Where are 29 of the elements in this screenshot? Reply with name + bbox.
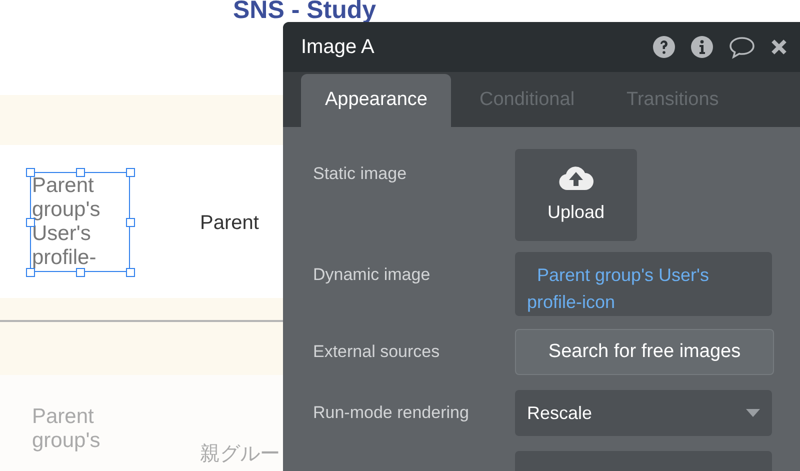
info-icon[interactable]: [690, 34, 714, 59]
name-text: Parent: [200, 211, 259, 236]
search-images-button[interactable]: Search for free images: [515, 329, 774, 375]
property-label: Dynamic image: [313, 264, 432, 286]
resize-handle[interactable]: [126, 168, 134, 176]
resize-handle[interactable]: [126, 218, 134, 226]
resize-handle[interactable]: [126, 268, 134, 276]
help-icon[interactable]: [652, 34, 676, 59]
image-placeholder-text: Parent group's: [32, 405, 102, 453]
panel-title: Image A: [301, 34, 374, 60]
rendering-dropdown[interactable]: Rescale: [515, 390, 772, 436]
resize-handle[interactable]: [26, 218, 34, 226]
property-label: Run-mode rendering: [313, 402, 470, 424]
page-title: SNS - Study: [233, 0, 378, 21]
tab[interactable]: Appearance: [301, 74, 452, 127]
name-text: 親グルー: [200, 442, 280, 467]
property-label: Static image: [313, 163, 408, 185]
upload-button[interactable]: Upload: [515, 149, 637, 241]
caret-icon: [746, 409, 760, 417]
resize-handle[interactable]: [26, 268, 34, 276]
resize-handle[interactable]: [26, 168, 34, 176]
image-placeholder-text: Parent group's User's profile-: [32, 174, 102, 270]
close-icon[interactable]: [770, 38, 788, 56]
property-label: External sources: [313, 341, 441, 364]
resize-handle[interactable]: [76, 168, 84, 176]
comment-icon[interactable]: [728, 34, 756, 59]
resize-handle[interactable]: [76, 268, 84, 276]
cloud-upload-icon: [558, 164, 594, 190]
dynamic-expression-field[interactable]: Parent group's User's profile-icon: [515, 252, 772, 316]
